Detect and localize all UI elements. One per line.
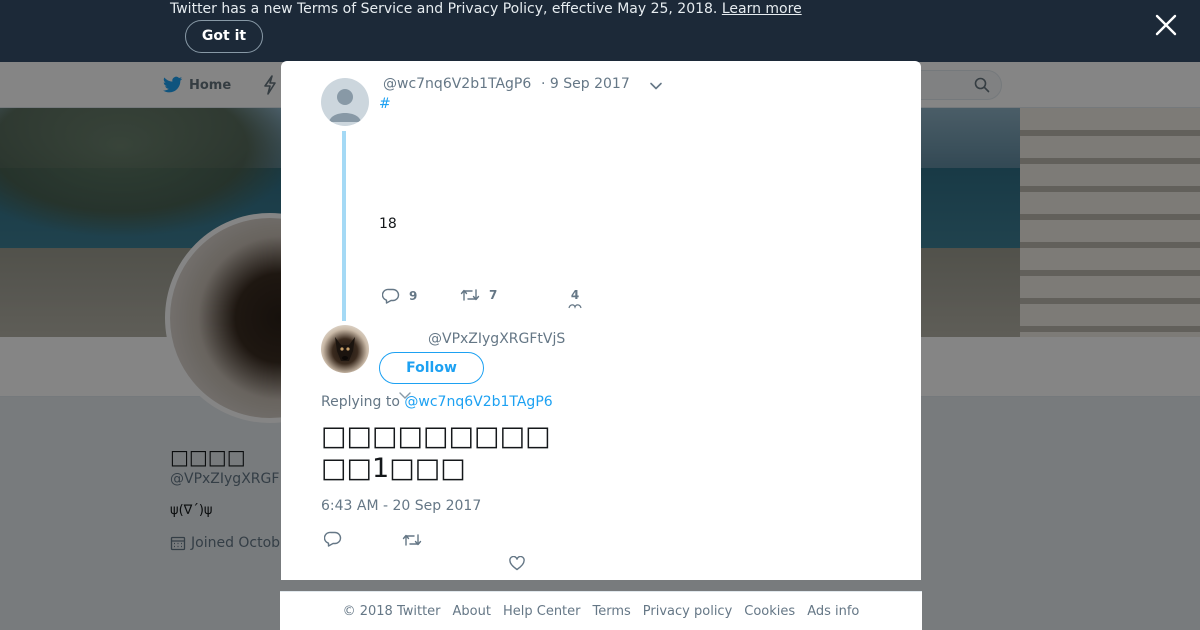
replying-to-link[interactable]: @wc7nq6V2b1TAgP6 [404,394,552,410]
heart-icon [568,304,582,309]
dog-avatar-image [335,337,355,361]
tweet-text-line-1: □□□□□□□□□ [321,421,551,452]
reply-icon[interactable] [324,531,342,547]
retweet-count: 7 [489,288,498,302]
footer-copyright: © 2018 Twitter [342,603,441,619]
site-footer: © 2018 Twitter About Help Center Terms P… [280,591,922,630]
default-avatar[interactable] [321,78,369,126]
reply-count: 9 [409,289,418,303]
tos-banner-text: Twitter has a new Terms of Service and P… [170,1,802,17]
close-icon[interactable] [1154,13,1178,37]
footer-link-privacy[interactable]: Privacy policy [643,604,732,619]
tos-message: Twitter has a new Terms of Service and P… [170,1,718,17]
tweet-timestamp[interactable]: 6:43 AM - 20 Sep 2017 [321,498,481,514]
replying-to-prefix: Replying to [321,394,400,410]
parent-tweet-text: 18 [379,216,397,232]
tweet-permalink-modal: @wc7nq6V2b1TAgP6 · 9 Sep 2017 # 18 9 7 4… [281,61,921,580]
tweet-author-handle[interactable]: @VPxZIygXRGFtVjS [428,331,565,347]
retweet-icon [460,289,480,301]
like-action[interactable]: 4 [568,288,582,310]
chevron-down-icon[interactable] [649,79,663,93]
footer-link-ads-info[interactable]: Ads info [807,604,859,619]
footer-link-cookies[interactable]: Cookies [744,604,795,619]
parent-tweet-hashtag[interactable]: # [379,96,391,112]
tos-banner: Twitter has a new Terms of Service and P… [0,0,1200,62]
footer-link-help-center[interactable]: Help Center [503,604,581,619]
default-profile-icon [329,89,361,122]
follow-button[interactable]: Follow [379,352,484,384]
heart-icon[interactable] [509,556,525,571]
retweet-icon[interactable] [402,533,422,547]
learn-more-link[interactable]: Learn more [722,1,802,17]
parent-tweet-date[interactable]: · 9 Sep 2017 [541,76,630,92]
reply-action[interactable]: 9 [382,288,417,304]
parent-tweet-handle[interactable]: @wc7nq6V2b1TAgP6 [383,76,531,92]
footer-link-about[interactable]: About [453,604,491,619]
got-it-button[interactable]: Got it [185,20,263,53]
reply-icon [382,288,400,304]
like-count: 4 [570,288,580,302]
conversation-thread-line [342,131,346,321]
avatar[interactable] [321,325,369,373]
retweet-action[interactable]: 7 [460,288,497,302]
tweet-text-line-2: □□1□□□ [321,453,466,484]
footer-link-terms[interactable]: Terms [593,604,631,619]
replying-to: Replying to @wc7nq6V2b1TAgP6 [321,394,553,410]
